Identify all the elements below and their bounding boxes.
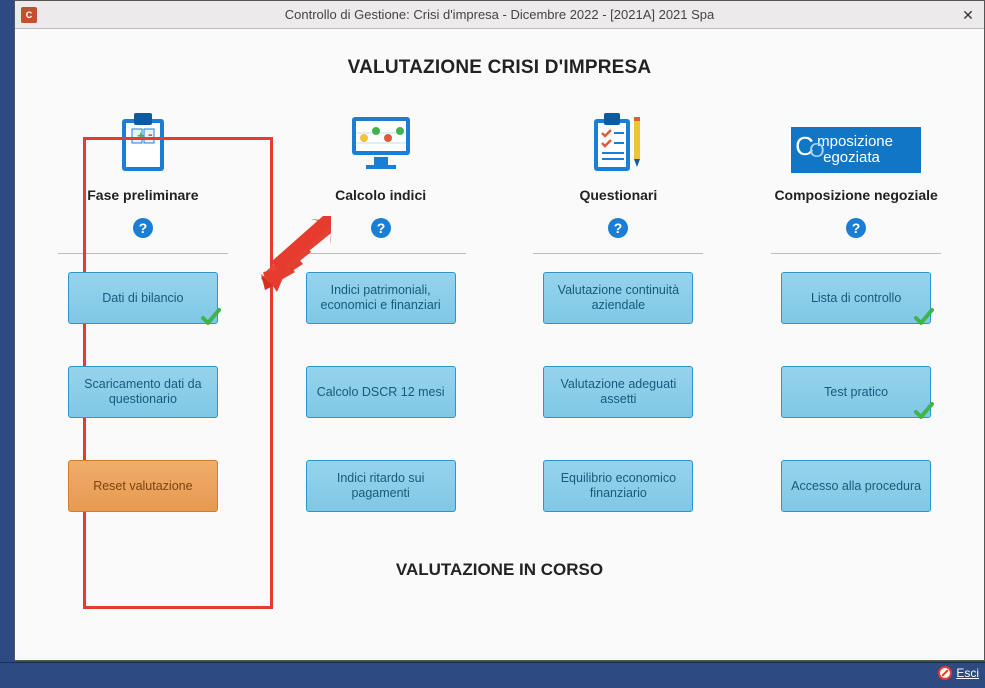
titlebar: C Controllo di Gestione: Crisi d'impresa… bbox=[15, 1, 984, 29]
test-pratico-button[interactable]: Test pratico bbox=[781, 366, 931, 418]
button-label: Indici patrimoniali, economici e finanzi… bbox=[315, 283, 447, 313]
scaricamento-dati-button[interactable]: Scaricamento dati da questionario bbox=[68, 366, 218, 418]
help-icon[interactable]: ? bbox=[132, 217, 154, 239]
logo-line1: mposizione bbox=[817, 134, 921, 150]
dati-di-bilancio-button[interactable]: Dati di bilancio bbox=[68, 272, 218, 324]
col-composizione: CO mposizione egoziata Composizione nego… bbox=[768, 103, 944, 554]
status-bar: Esci bbox=[0, 662, 985, 682]
valutazione-continuita-button[interactable]: Valutazione continuità aziendale bbox=[543, 272, 693, 324]
reset-valutazione-button[interactable]: Reset valutazione bbox=[68, 460, 218, 512]
composizione-logo: CO mposizione egoziata bbox=[791, 103, 921, 173]
col-calcolo-indici: Calcolo indici ? Indici patrimoniali, ec… bbox=[293, 103, 469, 554]
checklist-icon bbox=[588, 103, 648, 173]
button-label: Test pratico bbox=[824, 385, 888, 400]
button-label: Valutazione adeguati assetti bbox=[552, 377, 684, 407]
help-icon[interactable]: ? bbox=[607, 217, 629, 239]
button-label: Accesso alla procedura bbox=[791, 479, 921, 494]
check-icon bbox=[914, 307, 934, 327]
check-icon bbox=[201, 307, 221, 327]
svg-text:?: ? bbox=[376, 220, 385, 236]
calcolo-dscr-button[interactable]: Calcolo DSCR 12 mesi bbox=[306, 366, 456, 418]
page-title: VALUTAZIONE CRISI D'IMPRESA bbox=[15, 57, 984, 79]
esci-button[interactable]: Esci bbox=[938, 666, 979, 680]
divider bbox=[771, 253, 941, 254]
esci-label: Esci bbox=[956, 666, 979, 680]
col-questionari: Questionari ? Valutazione continuità azi… bbox=[531, 103, 707, 554]
button-label: Dati di bilancio bbox=[102, 291, 183, 306]
lista-di-controllo-button[interactable]: Lista di controllo bbox=[781, 272, 931, 324]
divider bbox=[58, 253, 228, 254]
col-title-calcolo: Calcolo indici bbox=[335, 179, 426, 211]
help-icon[interactable]: ? bbox=[370, 217, 392, 239]
window-title: Controllo di Gestione: Crisi d'impresa -… bbox=[15, 7, 984, 22]
section-valutazione-in-corso: VALUTAZIONE IN CORSO bbox=[15, 560, 984, 580]
equilibrio-economico-button[interactable]: Equilibrio economico finanziario bbox=[543, 460, 693, 512]
svg-text:-: - bbox=[148, 126, 153, 142]
svg-text:?: ? bbox=[139, 220, 148, 236]
app-icon: C bbox=[21, 7, 37, 23]
monitor-icon bbox=[348, 103, 414, 173]
button-label: Reset valutazione bbox=[93, 479, 192, 494]
divider bbox=[533, 253, 703, 254]
logo-line2: egoziata bbox=[817, 150, 921, 166]
indici-patrimoniali-button[interactable]: Indici patrimoniali, economici e finanzi… bbox=[306, 272, 456, 324]
accesso-procedura-button[interactable]: Accesso alla procedura bbox=[781, 460, 931, 512]
valutazione-adeguati-button[interactable]: Valutazione adeguati assetti bbox=[543, 366, 693, 418]
close-icon[interactable]: ✕ bbox=[958, 5, 978, 25]
content-area: VALUTAZIONE CRISI D'IMPRESA bbox=[15, 57, 984, 688]
col-fase-preliminare: + - Fase preliminare ? Dati di bilancio bbox=[55, 103, 231, 554]
svg-text:?: ? bbox=[852, 220, 861, 236]
col-title-fase: Fase preliminare bbox=[87, 179, 198, 211]
indici-ritardo-button[interactable]: Indici ritardo sui pagamenti bbox=[306, 460, 456, 512]
button-label: Scaricamento dati da questionario bbox=[77, 377, 209, 407]
divider bbox=[296, 253, 466, 254]
clipboard-icon: + - bbox=[116, 103, 170, 173]
col-title-questionari: Questionari bbox=[579, 179, 657, 211]
button-label: Lista di controllo bbox=[811, 291, 901, 306]
button-label: Indici ritardo sui pagamenti bbox=[315, 471, 447, 501]
svg-text:+: + bbox=[137, 129, 144, 143]
stop-icon bbox=[938, 666, 952, 680]
help-icon[interactable]: ? bbox=[845, 217, 867, 239]
button-label: Equilibrio economico finanziario bbox=[552, 471, 684, 501]
app-window: C Controllo di Gestione: Crisi d'impresa… bbox=[14, 0, 985, 661]
button-label: Calcolo DSCR 12 mesi bbox=[317, 385, 445, 400]
button-label: Valutazione continuità aziendale bbox=[552, 283, 684, 313]
col-title-composizione: Composizione negoziale bbox=[774, 179, 937, 211]
svg-text:?: ? bbox=[614, 220, 623, 236]
check-icon bbox=[914, 401, 934, 421]
